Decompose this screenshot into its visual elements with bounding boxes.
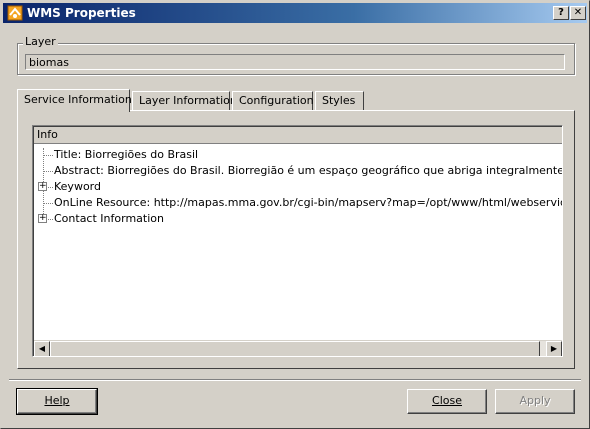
layer-legend: Layer <box>23 35 58 48</box>
help-title-button[interactable]: ? <box>553 6 569 20</box>
info-column-header[interactable]: Info <box>34 127 562 144</box>
expand-contact-icon[interactable]: + <box>38 214 47 223</box>
layer-name-field[interactable]: biomas <box>25 54 565 70</box>
scroll-thumb[interactable] <box>50 341 540 356</box>
horizontal-scrollbar[interactable]: ◀ ▶ <box>34 340 562 356</box>
scroll-right-icon[interactable]: ▶ <box>546 341 562 356</box>
tab-layer-information[interactable]: Layer Information <box>132 91 237 111</box>
apply-button[interactable]: Apply <box>495 389 575 414</box>
button-separator <box>9 379 581 381</box>
info-tree[interactable]: Info Title: Biorregiões do Brasil Abstra… <box>32 125 563 357</box>
title-bar[interactable]: WMS Properties ? ✕ <box>3 3 587 23</box>
window-title: WMS Properties <box>27 6 136 20</box>
qgis-icon <box>7 5 23 21</box>
tab-configuration[interactable]: Configuration <box>232 91 314 111</box>
expand-keyword-icon[interactable]: + <box>38 182 47 191</box>
help-button[interactable]: Help <box>16 388 98 415</box>
tab-service-information[interactable]: Service Information <box>17 89 132 112</box>
wms-properties-window: WMS Properties ? ✕ Layer biomas Service … <box>0 0 590 429</box>
tab-styles[interactable]: Styles <box>315 91 364 111</box>
scroll-left-icon[interactable]: ◀ <box>34 341 50 356</box>
close-button[interactable]: Close <box>407 389 487 414</box>
close-title-button[interactable]: ✕ <box>570 6 586 20</box>
